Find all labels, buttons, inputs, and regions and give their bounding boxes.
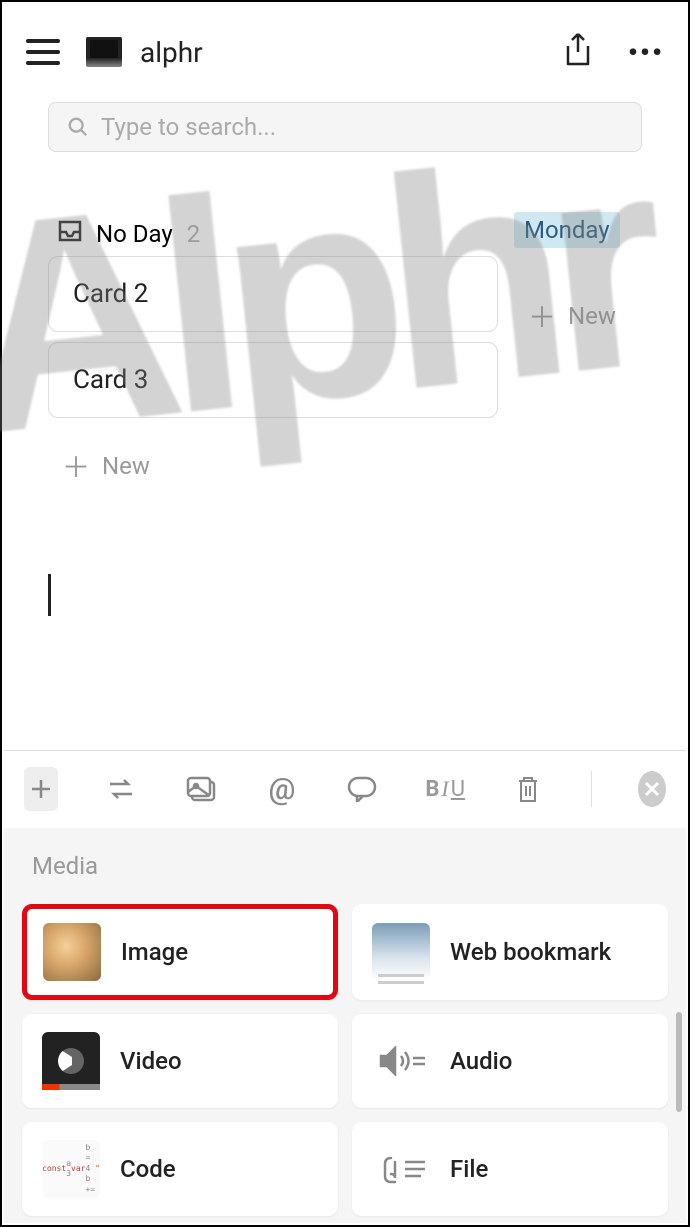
image-icon[interactable]: [185, 767, 219, 811]
more-icon[interactable]: •••: [628, 36, 664, 69]
menu-icon[interactable]: [26, 39, 60, 65]
separator: [591, 771, 592, 807]
search-placeholder: Type to search...: [101, 113, 276, 141]
plus-icon: ＋: [62, 446, 90, 486]
column-header-monday[interactable]: Monday: [514, 212, 620, 248]
video-thumb-icon: [42, 1032, 100, 1090]
audio-thumb-icon: [372, 1032, 430, 1090]
media-panel: Media Image Web bookmark Video Audio 1 /…: [4, 828, 686, 1223]
media-option-web-bookmark[interactable]: Web bookmark: [352, 904, 668, 1000]
bookmark-thumb-icon: [372, 923, 430, 981]
app-logo: [86, 37, 122, 67]
media-section-label: Media: [32, 852, 668, 880]
bold-button[interactable]: B: [425, 777, 439, 802]
card-item[interactable]: Card 3: [48, 342, 498, 418]
media-option-video[interactable]: Video: [22, 1014, 338, 1108]
mention-icon[interactable]: @: [265, 767, 299, 811]
trash-icon[interactable]: [511, 767, 545, 811]
column-title: No Day: [96, 220, 173, 248]
media-option-audio[interactable]: Audio: [352, 1014, 668, 1108]
share-icon[interactable]: [562, 32, 594, 72]
file-thumb-icon: [372, 1140, 430, 1198]
add-block-button[interactable]: [24, 767, 58, 811]
scroll-indicator[interactable]: [676, 1012, 682, 1112]
editor-area[interactable]: [2, 574, 688, 616]
column-count: 2: [187, 220, 201, 248]
comment-icon[interactable]: [345, 767, 379, 811]
media-option-file[interactable]: File: [352, 1122, 668, 1216]
new-card-button[interactable]: ＋ New: [514, 278, 642, 354]
app-header: alphr •••: [2, 2, 688, 102]
media-option-code[interactable]: 1 // My fi2 const a3 var b =4 b += "or C…: [22, 1122, 338, 1216]
inbox-icon: [58, 220, 82, 248]
app-title: alphr: [140, 36, 203, 69]
format-buttons[interactable]: B I U: [425, 776, 465, 802]
plus-icon: ＋: [528, 296, 556, 336]
close-button[interactable]: [638, 771, 666, 807]
text-cursor: [48, 574, 51, 616]
code-thumb-icon: 1 // My fi2 const a3 var b =4 b += "or: [42, 1140, 100, 1198]
card-item[interactable]: Card 2: [48, 256, 498, 332]
editor-toolbar: @ B I U: [4, 750, 686, 827]
column-header-noday[interactable]: No Day 2: [48, 212, 498, 256]
image-thumb-icon: [43, 923, 101, 981]
media-option-image[interactable]: Image: [22, 904, 338, 1000]
swap-icon[interactable]: [104, 767, 138, 811]
search-input[interactable]: Type to search...: [48, 102, 642, 152]
new-card-button[interactable]: ＋ New: [48, 428, 498, 504]
underline-button[interactable]: U: [451, 777, 465, 802]
italic-button[interactable]: I: [441, 776, 448, 802]
